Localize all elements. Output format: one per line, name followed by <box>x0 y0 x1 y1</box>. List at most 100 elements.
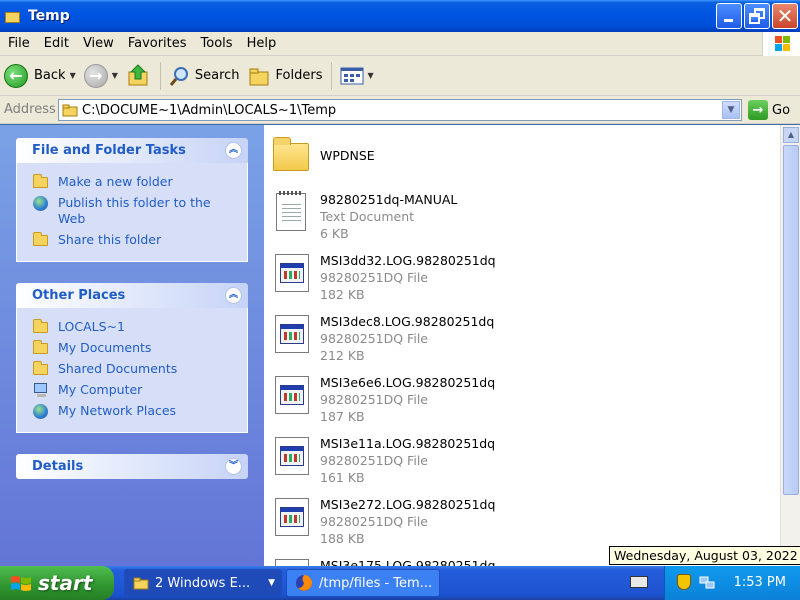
shared-documents-icon <box>32 361 50 377</box>
file-name: MSI3dec8.LOG.98280251dq <box>320 314 495 329</box>
generic-file-icon <box>272 252 310 292</box>
file-size: 182 KB <box>320 287 365 302</box>
file-name: MSI3e272.LOG.98280251dq <box>320 497 496 512</box>
file-item[interactable]: MSI3e175.LOG.98280251dq <box>272 557 495 566</box>
generic-file-icon <box>272 313 310 353</box>
file-name: WPDNSE <box>320 148 375 163</box>
vertical-scrollbar[interactable]: ▲ <box>780 125 800 566</box>
generic-file-icon <box>272 557 310 566</box>
menu-file[interactable]: File <box>0 36 37 51</box>
folder-icon <box>133 577 149 590</box>
up-folder-icon <box>128 63 148 85</box>
date-tooltip: Wednesday, August 03, 2022 <box>609 546 800 565</box>
close-icon: ✕ <box>776 4 794 28</box>
other-places-header[interactable]: Other Places ︽ <box>16 283 248 308</box>
place-my-computer[interactable]: My Computer <box>32 382 237 398</box>
computer-icon <box>32 382 50 398</box>
file-item[interactable]: MSI3dec8.LOG.98280251dq 98280251DQ File … <box>272 313 494 364</box>
clock[interactable]: 1:53 PM <box>734 575 786 590</box>
address-bar: Address C:\DOCUME~1\Admin\LOCALS~1\Temp … <box>0 96 800 124</box>
taskbar-windows-explorer[interactable]: 2 Windows E... ▼ <box>124 569 282 597</box>
file-size: 212 KB <box>320 348 365 363</box>
views-icon <box>340 67 363 84</box>
forward-dropdown-icon[interactable]: ▼ <box>112 71 118 80</box>
menu-edit[interactable]: Edit <box>37 36 76 51</box>
share-folder-link[interactable]: Share this folder <box>32 232 237 248</box>
file-item[interactable]: MSI3e11a.LOG.98280251dq 98280251DQ File … <box>272 435 495 486</box>
network-icon[interactable] <box>699 574 715 590</box>
menu-help[interactable]: Help <box>240 36 284 51</box>
windows-flag-icon <box>11 576 31 591</box>
restore-button[interactable] <box>744 3 770 29</box>
file-folder-tasks-panel: File and Folder Tasks ︽ Make a new folde… <box>16 138 248 262</box>
taskbar: start 2 Windows E... ▼ /tmp/files - Tem.… <box>0 566 800 600</box>
close-button[interactable]: ✕ <box>772 3 798 29</box>
expand-chevron-icon[interactable]: ︾ <box>225 458 242 475</box>
network-globe-icon <box>32 403 50 419</box>
minimize-icon <box>724 19 733 22</box>
file-name: MSI3e11a.LOG.98280251dq <box>320 436 496 451</box>
file-size: 6 KB <box>320 226 349 241</box>
file-type: 98280251DQ File <box>320 270 428 285</box>
menu-view[interactable]: View <box>76 36 121 51</box>
collapse-chevron-icon[interactable]: ︽ <box>225 287 242 304</box>
file-size: 188 KB <box>320 531 365 546</box>
file-item[interactable]: MSI3e6e6.LOG.98280251dq 98280251DQ File … <box>272 374 495 425</box>
address-dropdown-icon[interactable]: ▼ <box>722 101 740 119</box>
publish-folder-link[interactable]: Publish this folder to the Web <box>32 195 237 227</box>
search-button[interactable]: Search <box>165 59 244 93</box>
file-item[interactable]: 98280251dq-MANUAL Text Document 6 KB <box>272 191 457 242</box>
file-folder-tasks-header[interactable]: File and Folder Tasks ︽ <box>16 138 248 163</box>
file-name: MSI3e175.LOG.98280251dq <box>320 558 496 566</box>
file-item[interactable]: MSI3dd32.LOG.98280251dq 98280251DQ File … <box>272 252 496 303</box>
address-input[interactable]: C:\DOCUME~1\Admin\LOCALS~1\Temp ▼ <box>58 99 742 121</box>
group-dropdown-icon: ▼ <box>268 578 275 588</box>
file-name: 98280251dq-MANUAL <box>320 192 458 207</box>
title-bar: Temp ✕ <box>0 0 800 32</box>
menu-favorites[interactable]: Favorites <box>121 36 194 51</box>
details-panel: Details ︾ <box>16 454 248 479</box>
menu-tools[interactable]: Tools <box>194 36 240 51</box>
back-button[interactable]: ← Back ▼ <box>0 59 80 93</box>
file-item[interactable]: WPDNSE <box>272 135 375 175</box>
file-item[interactable]: MSI3e272.LOG.98280251dq 98280251DQ File … <box>272 496 495 547</box>
address-label: Address <box>4 102 56 117</box>
folder-icon <box>32 319 50 335</box>
keyboard-icon[interactable] <box>630 576 648 588</box>
file-name: MSI3e6e6.LOG.98280251dq <box>320 375 496 390</box>
folder-icon <box>4 8 22 24</box>
place-my-documents[interactable]: My Documents <box>32 340 237 356</box>
scroll-up-arrow-icon[interactable]: ▲ <box>783 127 799 143</box>
make-new-folder-link[interactable]: Make a new folder <box>32 174 237 190</box>
new-folder-icon <box>32 174 50 190</box>
file-type: 98280251DQ File <box>320 453 428 468</box>
file-size: 187 KB <box>320 409 365 424</box>
taskbar-firefox[interactable]: /tmp/files - Tem... <box>286 569 440 597</box>
up-folder-button[interactable] <box>122 59 156 93</box>
back-dropdown-icon[interactable]: ▼ <box>70 71 76 80</box>
file-name: MSI3dd32.LOG.98280251dq <box>320 253 496 268</box>
text-document-icon <box>272 191 310 231</box>
security-shield-icon[interactable] <box>677 574 691 590</box>
start-button[interactable]: start <box>0 566 114 600</box>
search-icon <box>169 66 188 86</box>
address-path: C:\DOCUME~1\Admin\LOCALS~1\Temp <box>82 102 337 118</box>
task-pane: File and Folder Tasks ︽ Make a new folde… <box>0 125 264 566</box>
window-title: Temp <box>28 8 70 24</box>
place-shared-documents[interactable]: Shared Documents <box>32 361 237 377</box>
details-header[interactable]: Details ︾ <box>16 454 248 479</box>
folders-button[interactable]: Folders <box>244 59 327 93</box>
forward-button[interactable]: → ▼ <box>80 59 122 93</box>
file-type: Text Document <box>320 209 415 224</box>
scroll-thumb[interactable] <box>783 145 799 495</box>
go-button[interactable]: → Go <box>748 100 790 120</box>
place-locals[interactable]: LOCALS~1 <box>32 319 237 335</box>
minimize-button[interactable] <box>716 3 742 29</box>
windows-logo-icon <box>762 32 800 56</box>
collapse-chevron-icon[interactable]: ︽ <box>225 142 242 159</box>
views-button[interactable]: ▼ <box>336 59 378 93</box>
generic-file-icon <box>272 496 310 536</box>
globe-icon <box>32 195 50 211</box>
file-size: 161 KB <box>320 470 365 485</box>
place-my-network-places[interactable]: My Network Places <box>32 403 237 419</box>
